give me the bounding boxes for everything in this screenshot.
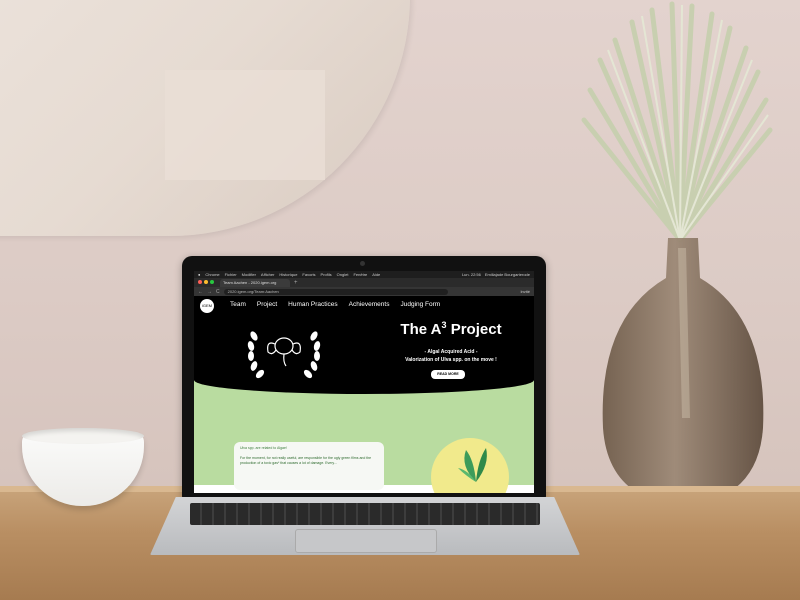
menu-item[interactable]: Modifier [242,271,256,278]
keyboard [190,503,540,525]
back-button[interactable]: ← [198,289,203,295]
webcam [360,261,365,266]
browser-toolbar: ← → C 2020.igem.org/Team:Aachen Invité [194,287,534,296]
maximize-window-icon[interactable] [210,280,214,284]
browser-tabstrip: Team Aachen - 2020.igem.org + [194,278,534,287]
hero-title: The A3 Project [372,320,530,338]
hero-subtitle-1: - Algal Acquired Acid - [424,349,478,355]
window-controls [198,280,214,284]
palm-leaf-plant [581,1,773,243]
profile-button[interactable]: Invité [520,289,530,294]
apple-icon[interactable]: ● [198,271,200,278]
white-bowl-rim [22,428,144,444]
menu-item[interactable]: Profils [321,271,332,278]
new-tab-button[interactable]: + [294,279,298,287]
team-logo[interactable]: iGEM [200,299,214,313]
hero-title-end: Project [446,321,502,338]
intro-card-text: For the moment, for not really useful, a… [240,456,372,465]
laptop-lid: ● Chrome Fichier Modifier Afficher Histo… [182,256,546,498]
menubar-clock[interactable]: Lun. 22:56 [462,271,481,278]
menu-item[interactable]: Fenêtre [353,271,367,278]
nav-link-judging-form[interactable]: Judging Form [400,301,440,308]
minimize-window-icon[interactable] [204,280,208,284]
close-window-icon[interactable] [198,280,202,284]
menu-item[interactable]: Onglet [337,271,349,278]
nav-link-human-practices[interactable]: Human Practices [288,301,338,308]
menu-item[interactable]: Favoris [302,271,315,278]
menu-item[interactable]: Chrome [205,271,219,278]
trackpad [295,529,437,553]
hero-title-main: The A [400,321,442,338]
leaf-icon [458,448,487,482]
intro-card: Ulva spp. are related to Algae! For the … [234,442,384,490]
forward-button[interactable]: → [207,289,212,295]
nav-link-project[interactable]: Project [257,301,277,308]
browser-tab[interactable]: Team Aachen - 2020.igem.org [220,279,290,287]
laurel-elephant-icon [247,331,321,379]
glass-vase [602,238,764,506]
read-more-button[interactable]: READ MORE [431,370,465,379]
hero-section: iGEM Team Project Human Practices Achiev… [194,296,534,394]
site-nav: Team Project Human Practices Achievement… [230,301,440,308]
website-viewport: iGEM Team Project Human Practices Achiev… [194,296,534,493]
menu-item[interactable]: Afficher [261,271,275,278]
menu-item[interactable]: Aide [372,271,380,278]
intro-card-heading: Ulva spp. are related to Algae! [240,446,287,450]
os-menubar: ● Chrome Fichier Modifier Afficher Histo… [194,271,534,278]
address-bar[interactable]: 2020.igem.org/Team:Aachen [223,288,448,295]
nav-link-team[interactable]: Team [230,301,246,308]
menu-item[interactable]: Fichier [225,271,237,278]
menubar-user[interactable]: Emiliajade Bourgarterode [485,271,530,278]
mirror-reflection [165,70,325,180]
laptop-screen: ● Chrome Fichier Modifier Afficher Histo… [194,271,534,493]
reload-button[interactable]: C [216,289,220,295]
menu-item[interactable]: Historique [279,271,297,278]
nav-link-achievements[interactable]: Achievements [349,301,390,308]
hero-subtitle-2: Valorization of Ulva spp. on the move ! [405,357,497,363]
